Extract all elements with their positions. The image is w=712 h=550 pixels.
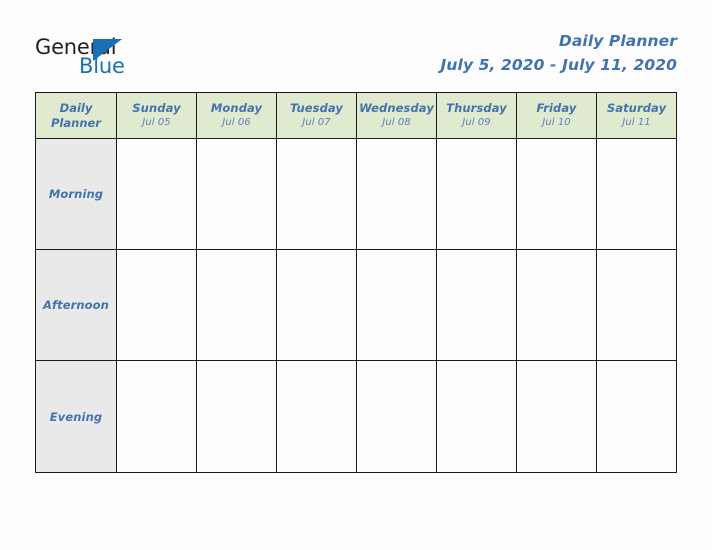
cell-evening-tuesday[interactable]: [276, 360, 357, 473]
weekly-planner-table: Daily Planner Sunday Jul 05 Monday Jul 0…: [35, 92, 677, 473]
day-date: Jul 11: [622, 117, 651, 128]
table-corner-header: Daily Planner: [35, 92, 117, 139]
day-header-sunday: Sunday Jul 05: [116, 92, 197, 139]
day-date: Jul 07: [302, 117, 331, 128]
day-date: Jul 08: [382, 117, 411, 128]
cell-morning-saturday[interactable]: [596, 138, 677, 250]
day-name: Wednesday: [359, 101, 434, 115]
page-title: Daily Planner: [558, 32, 677, 50]
cell-afternoon-sunday[interactable]: [116, 249, 197, 361]
day-date: Jul 09: [462, 117, 491, 128]
day-header-tuesday: Tuesday Jul 07: [276, 92, 357, 139]
day-date: Jul 05: [142, 117, 171, 128]
slot-label-afternoon: Afternoon: [35, 249, 117, 361]
table-row: Morning: [35, 138, 677, 250]
logo-word-blue: Blue: [79, 54, 125, 78]
cell-evening-wednesday[interactable]: [356, 360, 437, 473]
date-range: July 5, 2020 - July 11, 2020: [440, 56, 677, 74]
planner-title-block: Daily Planner July 5, 2020 - July 11, 20…: [441, 30, 677, 76]
cell-evening-monday[interactable]: [196, 360, 277, 473]
day-name: Thursday: [446, 101, 507, 115]
cell-afternoon-tuesday[interactable]: [276, 249, 357, 361]
cell-evening-saturday[interactable]: [596, 360, 677, 473]
day-header-monday: Monday Jul 06: [196, 92, 277, 139]
brand-logo: General Blue: [35, 36, 195, 82]
cell-morning-friday[interactable]: [516, 138, 597, 250]
day-header-wednesday: Wednesday Jul 08: [356, 92, 437, 139]
day-name: Saturday: [606, 101, 667, 115]
cell-afternoon-saturday[interactable]: [596, 249, 677, 361]
cell-morning-thursday[interactable]: [436, 138, 517, 250]
cell-afternoon-thursday[interactable]: [436, 249, 517, 361]
cell-morning-monday[interactable]: [196, 138, 277, 250]
day-name: Tuesday: [289, 101, 344, 115]
day-name: Monday: [210, 101, 263, 115]
day-name: Sunday: [132, 101, 181, 115]
cell-evening-sunday[interactable]: [116, 360, 197, 473]
day-date: Jul 06: [222, 117, 251, 128]
slot-label-text: Morning: [48, 187, 104, 201]
cell-afternoon-monday[interactable]: [196, 249, 277, 361]
slot-label-evening: Evening: [35, 360, 117, 473]
slot-label-morning: Morning: [35, 138, 117, 250]
cell-evening-friday[interactable]: [516, 360, 597, 473]
day-header-saturday: Saturday Jul 11: [596, 92, 677, 139]
cell-morning-sunday[interactable]: [116, 138, 197, 250]
cell-afternoon-friday[interactable]: [516, 249, 597, 361]
day-name: Friday: [536, 101, 577, 115]
table-row: Evening: [35, 360, 677, 473]
slot-label-text: Evening: [49, 409, 103, 424]
table-header-row: Daily Planner Sunday Jul 05 Monday Jul 0…: [35, 92, 677, 139]
cell-morning-wednesday[interactable]: [356, 138, 437, 250]
cell-morning-tuesday[interactable]: [276, 138, 357, 250]
table-row: Afternoon: [35, 249, 677, 361]
slot-label-text: Afternoon: [43, 298, 109, 312]
day-date: Jul 10: [542, 117, 571, 128]
corner-line-1: Daily: [59, 100, 93, 115]
corner-line-2: Planner: [51, 115, 101, 130]
cell-afternoon-wednesday[interactable]: [356, 249, 437, 361]
cell-evening-thursday[interactable]: [436, 360, 517, 473]
day-header-friday: Friday Jul 10: [516, 92, 597, 139]
day-header-thursday: Thursday Jul 09: [436, 92, 517, 139]
